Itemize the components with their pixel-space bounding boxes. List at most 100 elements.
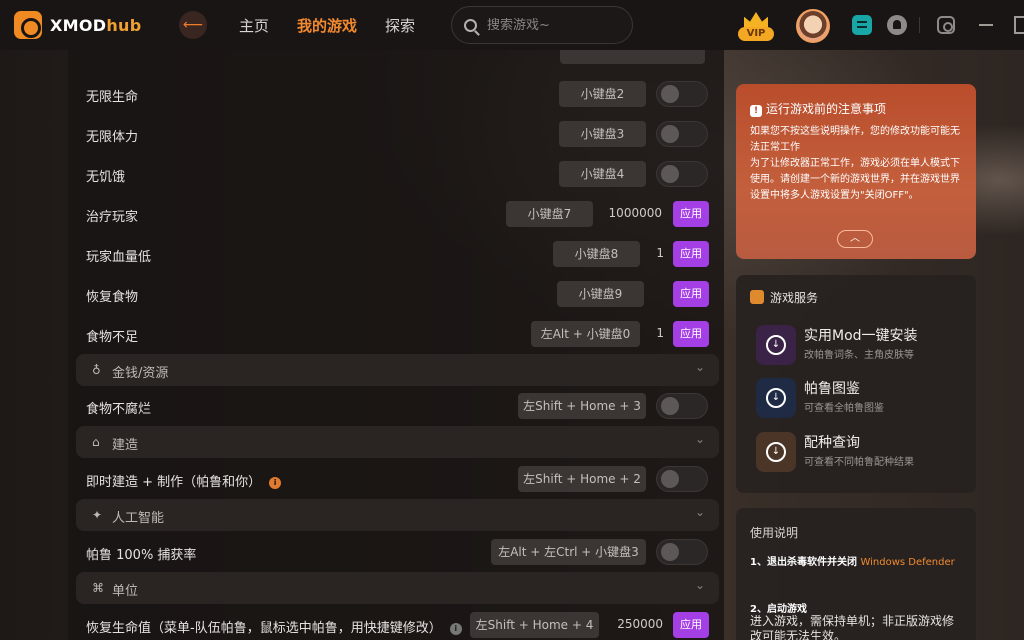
notice-title: ! 运行游戏前的注意事项	[750, 100, 886, 117]
box-icon	[750, 290, 764, 304]
category-money-resources[interactable]: ♁ 金钱/资源 ⌄	[76, 354, 719, 386]
download-icon	[756, 325, 796, 365]
info-icon[interactable]: i	[269, 477, 282, 489]
service-item[interactable]: 实用Mod一键安装 改帕鲁词条、主角皮肤等	[756, 325, 966, 365]
usage-step-2-text: 进入游戏，需保持单机；非正版游戏修改可能无法生效。	[750, 614, 955, 640]
nav-explore[interactable]: 探索	[385, 15, 415, 36]
category-label: 金钱/资源	[112, 366, 169, 381]
service-desc: 改帕鲁词条、主角皮肤等	[804, 350, 914, 361]
nav-my-games[interactable]: 我的游戏	[297, 15, 385, 36]
cheat-row: 帕鲁 100% 捕获率 左Alt + 左Ctrl + 小键盘3	[68, 532, 724, 572]
cheat-row: 即时建造 + 制作（帕鲁和你） i 左Shift + Home + 2	[68, 459, 724, 499]
category-unit[interactable]: ⌘ 单位 ⌄	[76, 572, 719, 604]
download-icon	[756, 432, 796, 472]
cheat-label: 食物不腐烂	[86, 402, 152, 417]
main-nav: 主页 我的游戏 探索	[239, 15, 415, 36]
cheat-label: 食物不足	[86, 330, 139, 345]
arrow-left-icon: ⟵	[182, 17, 204, 33]
top-bar: XMODhub ⟵ 主页 我的游戏 探索 VIP	[0, 0, 1024, 50]
apply-button[interactable]: 应用	[673, 321, 709, 347]
cheat-row: 食物不腐烂 左Shift + Home + 3	[68, 386, 724, 426]
cheat-row: 恢复生命值（菜单-队伍帕鲁，鼠标选中帕鲁，用快捷键修改） i 左Shift + H…	[68, 605, 724, 640]
notification-bell-icon[interactable]	[887, 15, 907, 35]
notice-body: 如果您不按这些说明操作，您的修改功能可能无法正常工作 为了让修改器正常工作，游戏…	[750, 126, 960, 201]
nav-home[interactable]: 主页	[239, 15, 297, 36]
cheat-toggle[interactable]	[656, 393, 708, 419]
cheat-row: 无饥饿 小键盘4	[68, 154, 724, 194]
cheat-label: 治疗玩家	[86, 210, 139, 225]
service-item[interactable]: 配种查询 可查看不同帕鲁配种结果	[756, 432, 966, 472]
minimize-icon[interactable]	[979, 24, 993, 26]
hotkey-partial[interactable]	[560, 50, 705, 64]
maximize-icon[interactable]	[1014, 16, 1024, 34]
windows-defender-link[interactable]: Windows Defender	[860, 557, 954, 568]
hotkey-button[interactable]: 小键盘3	[559, 121, 646, 147]
apply-button[interactable]: 应用	[673, 201, 709, 227]
apply-button[interactable]: 应用	[673, 241, 709, 267]
hotkey-button[interactable]: 左Shift + Home + 3	[518, 393, 646, 419]
collapse-button[interactable]: ︿	[837, 230, 873, 248]
hotkey-button[interactable]: 小键盘2	[559, 81, 646, 107]
hotkey-button[interactable]: 左Shift + Home + 2	[518, 466, 646, 492]
cheat-label: 玩家血量低	[86, 250, 152, 265]
chevron-up-icon: ︿	[850, 233, 860, 244]
service-item[interactable]: 帕鲁图鉴 可查看全帕鲁图鉴	[756, 378, 966, 418]
cheat-toggle[interactable]	[656, 466, 708, 492]
cheat-label: 无限体力	[86, 130, 139, 145]
cheat-value[interactable]: 1	[640, 326, 664, 340]
cheat-row: 玩家血量低 小键盘8 1 应用	[68, 234, 724, 274]
cheat-toggle[interactable]	[656, 161, 708, 187]
app-window: XMODhub ⟵ 主页 我的游戏 探索 VIP 无限生命 小键盘2	[0, 0, 1024, 640]
back-button[interactable]: ⟵	[179, 11, 207, 39]
notice-card: ! 运行游戏前的注意事项 如果您不按这些说明操作，您的修改功能可能无法正常工作 为…	[736, 84, 976, 259]
cheat-label: 无饥饿	[86, 170, 126, 185]
cheat-row: 治疗玩家 小键盘7 1000000 应用	[68, 194, 724, 234]
cheat-toggle[interactable]	[656, 81, 708, 107]
services-title: 游戏服务	[750, 289, 818, 306]
hotkey-button[interactable]: 小键盘9	[557, 281, 644, 307]
cheat-toggle[interactable]	[656, 539, 708, 565]
cheat-toggle[interactable]	[656, 121, 708, 147]
service-name: 帕鲁图鉴	[804, 381, 860, 397]
avatar[interactable]	[796, 9, 830, 43]
crown-icon	[744, 12, 768, 28]
hotkey-button[interactable]: 左Alt + 左Ctrl + 小键盘3	[491, 539, 646, 565]
info-icon[interactable]: i	[449, 623, 462, 635]
logo-text: XMODhub	[50, 15, 142, 35]
search-icon	[464, 18, 477, 32]
apply-button[interactable]: 应用	[673, 612, 709, 638]
settings-icon[interactable]	[937, 16, 955, 34]
category-ai[interactable]: ✦ 人工智能 ⌄	[76, 499, 719, 531]
hotkey-button[interactable]: 小键盘8	[553, 241, 640, 267]
cheat-value[interactable]: 250000	[606, 617, 663, 631]
cheat-label: 即时建造 + 制作（帕鲁和你） i	[86, 471, 282, 490]
category-building[interactable]: ⌂ 建造 ⌄	[76, 426, 719, 458]
chevron-down-icon: ⌄	[694, 578, 705, 592]
hotkey-button[interactable]: 左Shift + Home + 4	[470, 612, 599, 638]
hotkey-button[interactable]: 小键盘7	[506, 201, 593, 227]
service-desc: 可查看不同帕鲁配种结果	[804, 457, 914, 468]
cheat-list-panel: 无限生命 小键盘2 无限体力 小键盘3 无饥饿 小键盘4 治疗玩家 小键盘7 1…	[68, 50, 724, 640]
hotkey-button[interactable]: 左Alt + 小键盘0	[531, 321, 640, 347]
mod-list-icon[interactable]	[852, 15, 872, 35]
logo[interactable]: XMODhub	[14, 11, 141, 39]
vip-badge[interactable]: VIP	[738, 12, 774, 42]
cheat-row: 无限体力 小键盘3	[68, 114, 724, 154]
category-label: 人工智能	[112, 511, 165, 526]
usage-instructions-card: 使用说明 1、退出杀毒软件并关闭 Windows Defender 2、启动游戏…	[736, 508, 976, 640]
warning-icon: !	[750, 105, 762, 117]
hotkey-button[interactable]: 小键盘4	[559, 161, 646, 187]
ai-icon: ✦	[92, 508, 103, 522]
cheat-label: 恢复食物	[86, 290, 139, 305]
download-icon	[756, 378, 796, 418]
cheat-value[interactable]: 1	[640, 246, 664, 260]
game-services-card: 游戏服务 实用Mod一键安装 改帕鲁词条、主角皮肤等 帕鲁图鉴 可查看全帕鲁图鉴…	[736, 275, 976, 493]
chevron-down-icon: ⌄	[694, 432, 705, 446]
search-box[interactable]	[451, 6, 633, 44]
category-label: 建造	[112, 438, 139, 453]
cheat-row: 恢复食物 小键盘9 应用	[68, 274, 724, 314]
cheat-label: 帕鲁 100% 捕获率	[86, 548, 197, 563]
cheat-value[interactable]: 1000000	[604, 206, 662, 220]
apply-button[interactable]: 应用	[673, 281, 709, 307]
search-input[interactable]	[487, 17, 617, 33]
